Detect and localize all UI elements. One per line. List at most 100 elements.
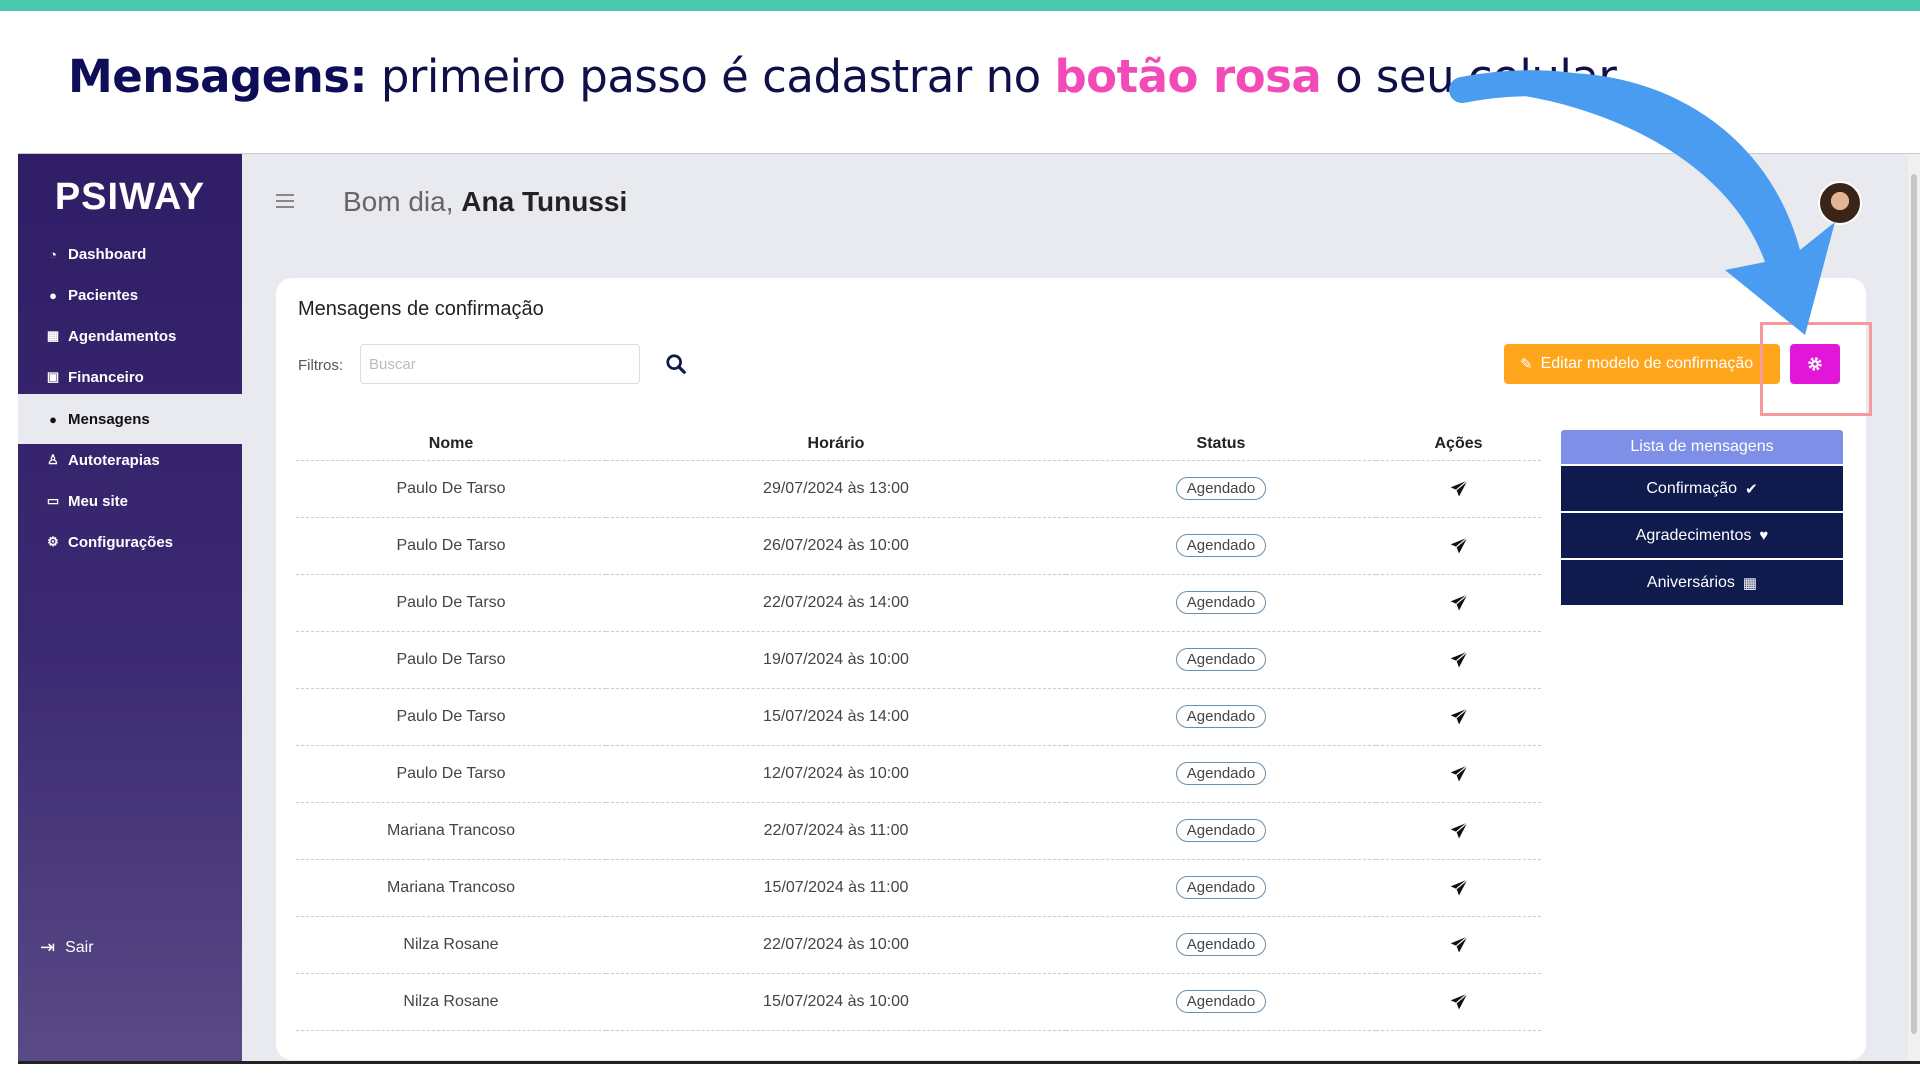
top-accent-strip	[0, 0, 1920, 11]
sidebar-item-label: Meu site	[68, 492, 129, 510]
card-title: Mensagens de confirmação	[298, 298, 544, 320]
sidebar: PSIWAY ◔ Dashboard ● Pacientes ▦ Agendament…	[18, 154, 242, 1064]
pencil-icon: ✎	[1520, 356, 1533, 373]
send-icon[interactable]	[1449, 878, 1469, 898]
message-list-header: Lista de mensagens	[1561, 430, 1843, 464]
app-window: PSIWAY ◔ Dashboard ● Pacientes ▦ Agendament…	[18, 153, 1920, 1064]
money-icon: ▣	[46, 369, 60, 384]
cell-acoes	[1376, 973, 1541, 1031]
cell-nome: Paulo De Tarso	[296, 574, 606, 632]
list-item-confirmacao[interactable]: Confirmação ✔	[1561, 466, 1843, 511]
column-header-horario: Horário	[606, 428, 1066, 461]
instruction-headline: Mensagens: primeiro passo é cadastrar no…	[68, 50, 1617, 103]
send-icon[interactable]	[1449, 764, 1469, 784]
list-item-label: Agradecimentos	[1635, 526, 1752, 544]
status-badge: Agendado	[1175, 648, 1267, 671]
cell-nome: Mariana Trancoso	[296, 859, 606, 917]
status-badge: Agendado	[1175, 534, 1267, 557]
table-row: Paulo De Tarso 15/07/2024 às 14:00 Agendad…	[296, 688, 1541, 746]
cell-acoes	[1376, 802, 1541, 860]
sidebar-item-label: Dashboard	[68, 245, 147, 263]
cell-acoes	[1376, 574, 1541, 632]
cell-horario: 22/07/2024 às 10:00	[606, 916, 1066, 974]
cell-status: Agendado	[1066, 745, 1376, 803]
logout-icon: ⇥	[40, 937, 56, 957]
table-row: Paulo De Tarso 29/07/2024 às 13:00 Agendad…	[296, 460, 1541, 518]
sidebar-item-configuracoes[interactable]: ⚙ Configurações	[18, 517, 242, 567]
list-item-label: Confirmação	[1646, 479, 1738, 497]
cell-status: Agendado	[1066, 973, 1376, 1031]
hamburger-menu-icon[interactable]	[276, 194, 294, 208]
scrollbar-thumb[interactable]	[1911, 174, 1917, 1034]
send-icon[interactable]	[1449, 650, 1469, 670]
calendar-icon: ▦	[1742, 574, 1758, 592]
send-icon[interactable]	[1449, 536, 1469, 556]
column-header-acoes: Ações	[1376, 428, 1541, 461]
list-item-aniversarios[interactable]: Aniversários ▦	[1561, 560, 1843, 605]
table-body: Paulo De Tarso 29/07/2024 às 13:00 Agendad…	[296, 460, 1541, 1031]
monitor-icon: ▭	[46, 493, 60, 508]
person-icon: ♙	[47, 452, 59, 467]
cell-horario: 22/07/2024 às 14:00	[606, 574, 1066, 632]
cell-acoes	[1376, 916, 1541, 974]
cell-horario: 26/07/2024 às 10:00	[606, 517, 1066, 575]
send-icon[interactable]	[1449, 821, 1469, 841]
chat-icon: ●	[49, 411, 57, 427]
app-logo: PSIWAY	[54, 176, 206, 218]
cell-nome: Paulo De Tarso	[296, 688, 606, 746]
greeting: Bom dia, Ana Tunussi	[343, 186, 627, 218]
cell-acoes	[1376, 688, 1541, 746]
cell-acoes	[1376, 460, 1541, 518]
search-icon[interactable]	[665, 353, 687, 375]
search-input[interactable]	[360, 344, 640, 384]
table-header-row: Nome Horário Status Ações	[296, 428, 1541, 461]
cell-acoes	[1376, 745, 1541, 803]
cell-nome: Paulo De Tarso	[296, 517, 606, 575]
sidebar-item-label: Pacientes	[68, 286, 139, 304]
send-icon[interactable]	[1449, 593, 1469, 613]
highlight-box	[1760, 322, 1872, 416]
headline-pink: botão rosa	[1054, 50, 1322, 103]
filters-label: Filtros:	[298, 357, 343, 374]
messages-card: Mensagens de confirmação Filtros: ✎ Edita…	[276, 278, 1872, 1060]
cell-nome: Paulo De Tarso	[296, 631, 606, 689]
send-icon[interactable]	[1449, 479, 1469, 499]
status-badge: Agendado	[1175, 819, 1267, 842]
page-scrollbar[interactable]	[1908, 154, 1920, 1064]
send-icon[interactable]	[1449, 707, 1469, 727]
column-header-nome: Nome	[296, 428, 606, 461]
avatar[interactable]	[1818, 181, 1862, 225]
calendar-icon: ▦	[46, 328, 60, 343]
column-header-status: Status	[1066, 428, 1376, 461]
cell-acoes	[1376, 859, 1541, 917]
edit-template-button[interactable]: ✎ Editar modelo de confirmação	[1504, 344, 1780, 384]
status-badge: Agendado	[1175, 591, 1267, 614]
page: Mensagens: primeiro passo é cadastrar no…	[0, 0, 1920, 1080]
headline-bold: Mensagens:	[68, 50, 368, 103]
dashboard-icon: ◔	[49, 246, 57, 262]
sidebar-item-label: Mensagens	[68, 410, 150, 428]
sidebar-item-label: Autoterapias	[68, 451, 160, 469]
sidebar-item-label: Financeiro	[68, 368, 144, 386]
logout-button[interactable]: ⇥ Sair	[40, 937, 94, 958]
status-badge: Agendado	[1175, 477, 1267, 500]
cell-nome: Paulo De Tarso	[296, 745, 606, 803]
cell-nome: Mariana Trancoso	[296, 802, 606, 860]
table-row: Paulo De Tarso 26/07/2024 às 10:00 Agendad…	[296, 517, 1541, 575]
send-icon[interactable]	[1449, 935, 1469, 955]
cell-status: Agendado	[1066, 802, 1376, 860]
send-icon[interactable]	[1449, 992, 1469, 1012]
list-item-agradecimentos[interactable]: Agradecimentos ♥	[1561, 513, 1843, 558]
edit-template-label: Editar modelo de confirmação	[1540, 355, 1754, 372]
cell-acoes	[1376, 631, 1541, 689]
cell-nome: Paulo De Tarso	[296, 460, 606, 518]
table-row: Paulo De Tarso 19/07/2024 às 10:00 Agendad…	[296, 631, 1541, 689]
bottom-edge-bar	[18, 1061, 1920, 1064]
heart-icon: ♥	[1759, 527, 1769, 544]
message-list-panel: Lista de mensagens Confirmação ✔ Agradeci…	[1561, 430, 1843, 605]
cell-acoes	[1376, 517, 1541, 575]
cell-status: Agendado	[1066, 574, 1376, 632]
cell-status: Agendado	[1066, 859, 1376, 917]
cell-nome: Nilza Rosane	[296, 973, 606, 1031]
table-row: Nilza Rosane 22/07/2024 às 10:00 Agendado	[296, 916, 1541, 974]
